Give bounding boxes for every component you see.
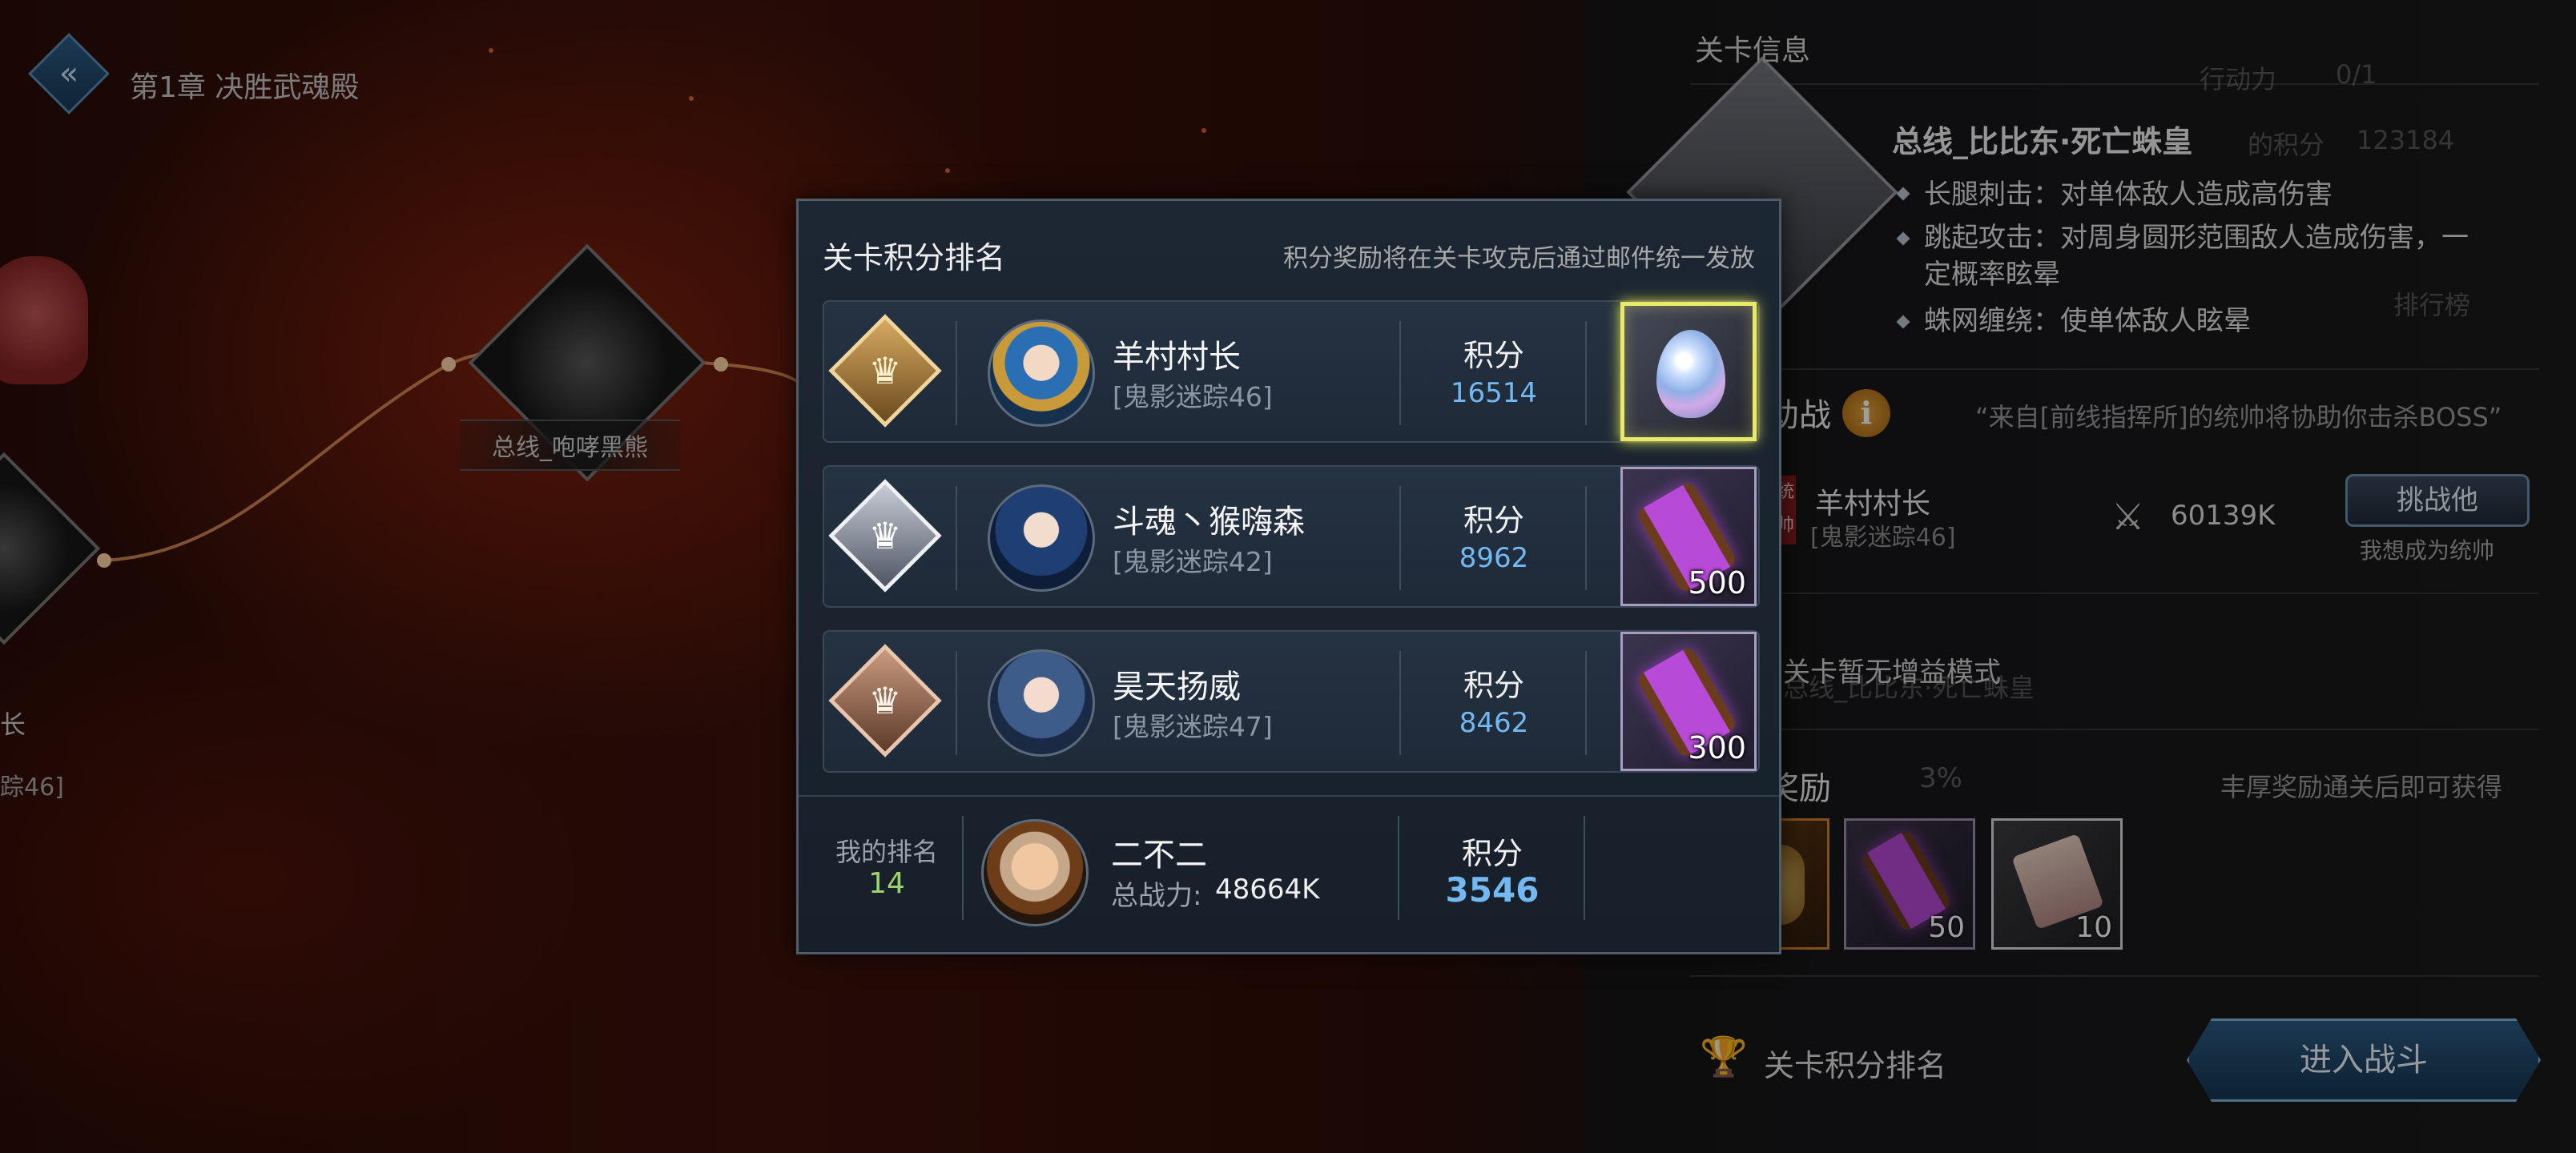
avatar[interactable] — [988, 649, 1095, 757]
avatar[interactable] — [988, 319, 1095, 427]
player-guild: [鬼影迷踪47] — [1113, 711, 1273, 742]
score-label: 积分 — [1463, 503, 1524, 538]
crown-icon: ♛ — [868, 514, 902, 557]
player-name: 羊村村长 — [1113, 339, 1241, 376]
score-label: 积分 — [1463, 668, 1524, 703]
crown-icon: ♛ — [868, 679, 902, 722]
rank-reward-box[interactable]: 500 — [1620, 467, 1757, 606]
rank-reward-box[interactable] — [1620, 302, 1757, 441]
player-guild: [鬼影迷踪46] — [1113, 381, 1273, 412]
my-rank-value: 14 — [868, 867, 905, 900]
my-power-value: 48664K — [1215, 874, 1320, 906]
my-name: 二不二 — [1111, 837, 1207, 874]
player-name: 昊天扬威 — [1113, 669, 1241, 705]
ranking-row[interactable]: ♛ 昊天扬威 [鬼影迷踪47] 积分 8462 300 — [823, 630, 1760, 773]
my-power-label: 总战力: — [1111, 880, 1202, 912]
score-label: 积分 — [1463, 338, 1524, 373]
divider — [1399, 651, 1401, 755]
popup-note: 积分奖励将在关卡攻克后通过邮件统一发放 — [1283, 244, 1755, 273]
my-score-label: 积分 — [1461, 836, 1523, 871]
score-value: 8962 — [1459, 542, 1529, 574]
avatar[interactable] — [988, 484, 1095, 592]
score-value: 16514 — [1450, 377, 1538, 409]
divider — [956, 321, 957, 425]
my-rank-label: 我的排名 — [835, 837, 938, 867]
ranking-row[interactable]: ♛ 羊村村长 [鬼影迷踪46] 积分 16514 — [823, 300, 1760, 443]
divider — [962, 816, 964, 920]
divider — [956, 486, 957, 590]
divider — [1398, 816, 1399, 920]
score-value: 8462 — [1459, 707, 1529, 739]
reward-count: 500 — [1688, 565, 1746, 601]
dragon-egg-icon — [1656, 330, 1725, 418]
divider — [1584, 816, 1585, 920]
divider — [799, 795, 1779, 797]
my-avatar[interactable] — [981, 819, 1089, 926]
divider — [1399, 486, 1401, 590]
score-ranking-popup: 关卡积分排名 积分奖励将在关卡攻克后通过邮件统一发放 ♛ 羊村村长 [鬼影迷踪4… — [796, 199, 1781, 954]
divider — [1585, 321, 1587, 425]
player-guild: [鬼影迷踪42] — [1113, 546, 1273, 577]
rank-3-badge: ♛ — [828, 644, 942, 757]
crown-icon: ♛ — [868, 349, 902, 392]
my-score-value: 3546 — [1445, 870, 1540, 910]
player-name: 斗魂丶猴嗨森 — [1113, 504, 1305, 540]
rank-1-badge: ♛ — [828, 314, 942, 428]
divider — [956, 651, 957, 755]
divider — [1585, 651, 1587, 755]
rank-reward-box[interactable]: 300 — [1620, 632, 1757, 771]
rank-2-badge: ♛ — [828, 479, 942, 593]
divider — [1585, 486, 1587, 590]
reward-count: 300 — [1688, 730, 1746, 765]
divider — [1399, 321, 1401, 425]
ranking-row[interactable]: ♛ 斗魂丶猴嗨森 [鬼影迷踪42] 积分 8962 500 — [823, 465, 1760, 608]
popup-title: 关卡积分排名 — [823, 240, 1006, 275]
